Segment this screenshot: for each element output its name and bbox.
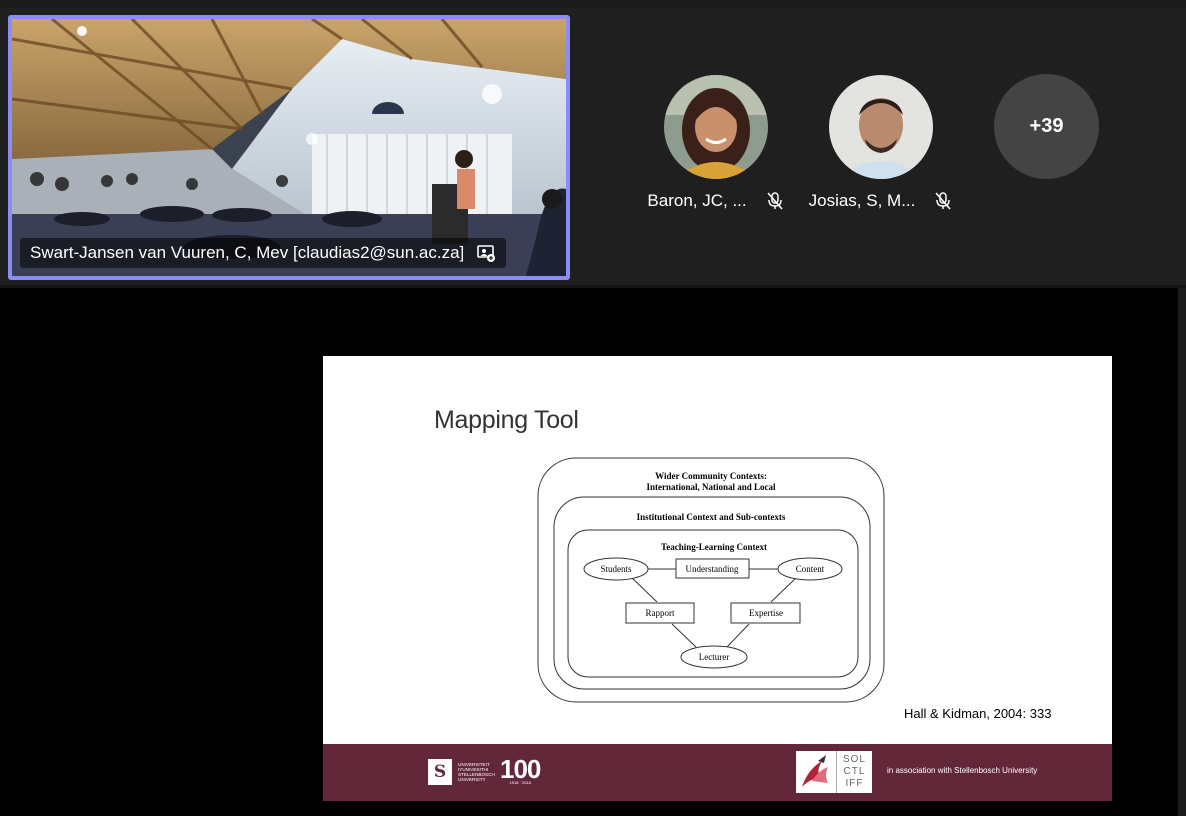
sol-line: SOL (842, 754, 866, 765)
node-content-label: Content (796, 564, 825, 574)
inner-label: Teaching-Learning Context (661, 542, 767, 552)
mic-off-icon (765, 191, 785, 211)
participant-name: Baron, JC, ... (647, 191, 747, 210)
top-strip (0, 0, 1186, 8)
slide-title: Mapping Tool (434, 406, 579, 434)
outer-label-1: Wider Community Contexts: (655, 471, 767, 481)
uni-name: UNIVERSITEIT IYUNIVESITHI STELLENBOSCH U… (458, 761, 495, 782)
avatar (829, 75, 933, 179)
featured-name: Swart-Jansen van Vuuren, C, Mev [claudia… (30, 243, 465, 262)
screen-share-icon (476, 243, 496, 263)
participant-tile[interactable]: Josias, S, M... (809, 75, 951, 211)
featured-name-tag: Swart-Jansen van Vuuren, C, Mev [claudia… (20, 238, 507, 268)
stellenbosch-university-logo: S UNIVERSITEIT IYUNIVESITHI STELLENBOSCH… (428, 754, 541, 785)
mapping-tool-diagram: Wider Community Contexts: International,… (537, 457, 885, 703)
mic-off-icon (933, 191, 953, 211)
node-lecturer-label: Lecturer (699, 652, 729, 662)
sol-ctl-iff-logo: SOL CTL IFF (796, 751, 872, 793)
featured-video-tile[interactable]: Swart-Jansen van Vuuren, C, Mev [claudia… (8, 15, 570, 280)
participant-tile[interactable]: Baron, JC, ... (647, 75, 783, 211)
outer-label-2: International, National and Local (646, 482, 776, 492)
association-text: in association with Stellenbosch Univers… (887, 766, 1038, 775)
more-participants-button[interactable]: +39 (994, 74, 1099, 179)
slide-footer: S UNIVERSITEIT IYUNIVESITHI STELLENBOSCH… (323, 744, 1112, 801)
node-students-label: Students (600, 564, 632, 574)
shared-slide: Mapping Tool Wider Community Contexts: I… (323, 356, 1112, 801)
sol-line: IFF (845, 778, 864, 789)
node-understanding-label: Understanding (686, 564, 739, 574)
uni-mark: S (428, 758, 452, 785)
sol-line: CTL (843, 766, 866, 777)
side-strip (1178, 288, 1186, 816)
uni-centenary: 100 (500, 754, 541, 784)
middle-label: Institutional Context and Sub-contexts (637, 512, 786, 522)
gallery-divider (0, 285, 1186, 288)
avatar (664, 75, 768, 179)
slide-citation: Hall & Kidman, 2004: 333 (904, 706, 1052, 721)
participant-name: Josias, S, M... (808, 191, 916, 210)
node-expertise-label: Expertise (749, 608, 783, 618)
sol-logo-art (802, 755, 828, 787)
node-rapport-label: Rapport (646, 608, 675, 618)
